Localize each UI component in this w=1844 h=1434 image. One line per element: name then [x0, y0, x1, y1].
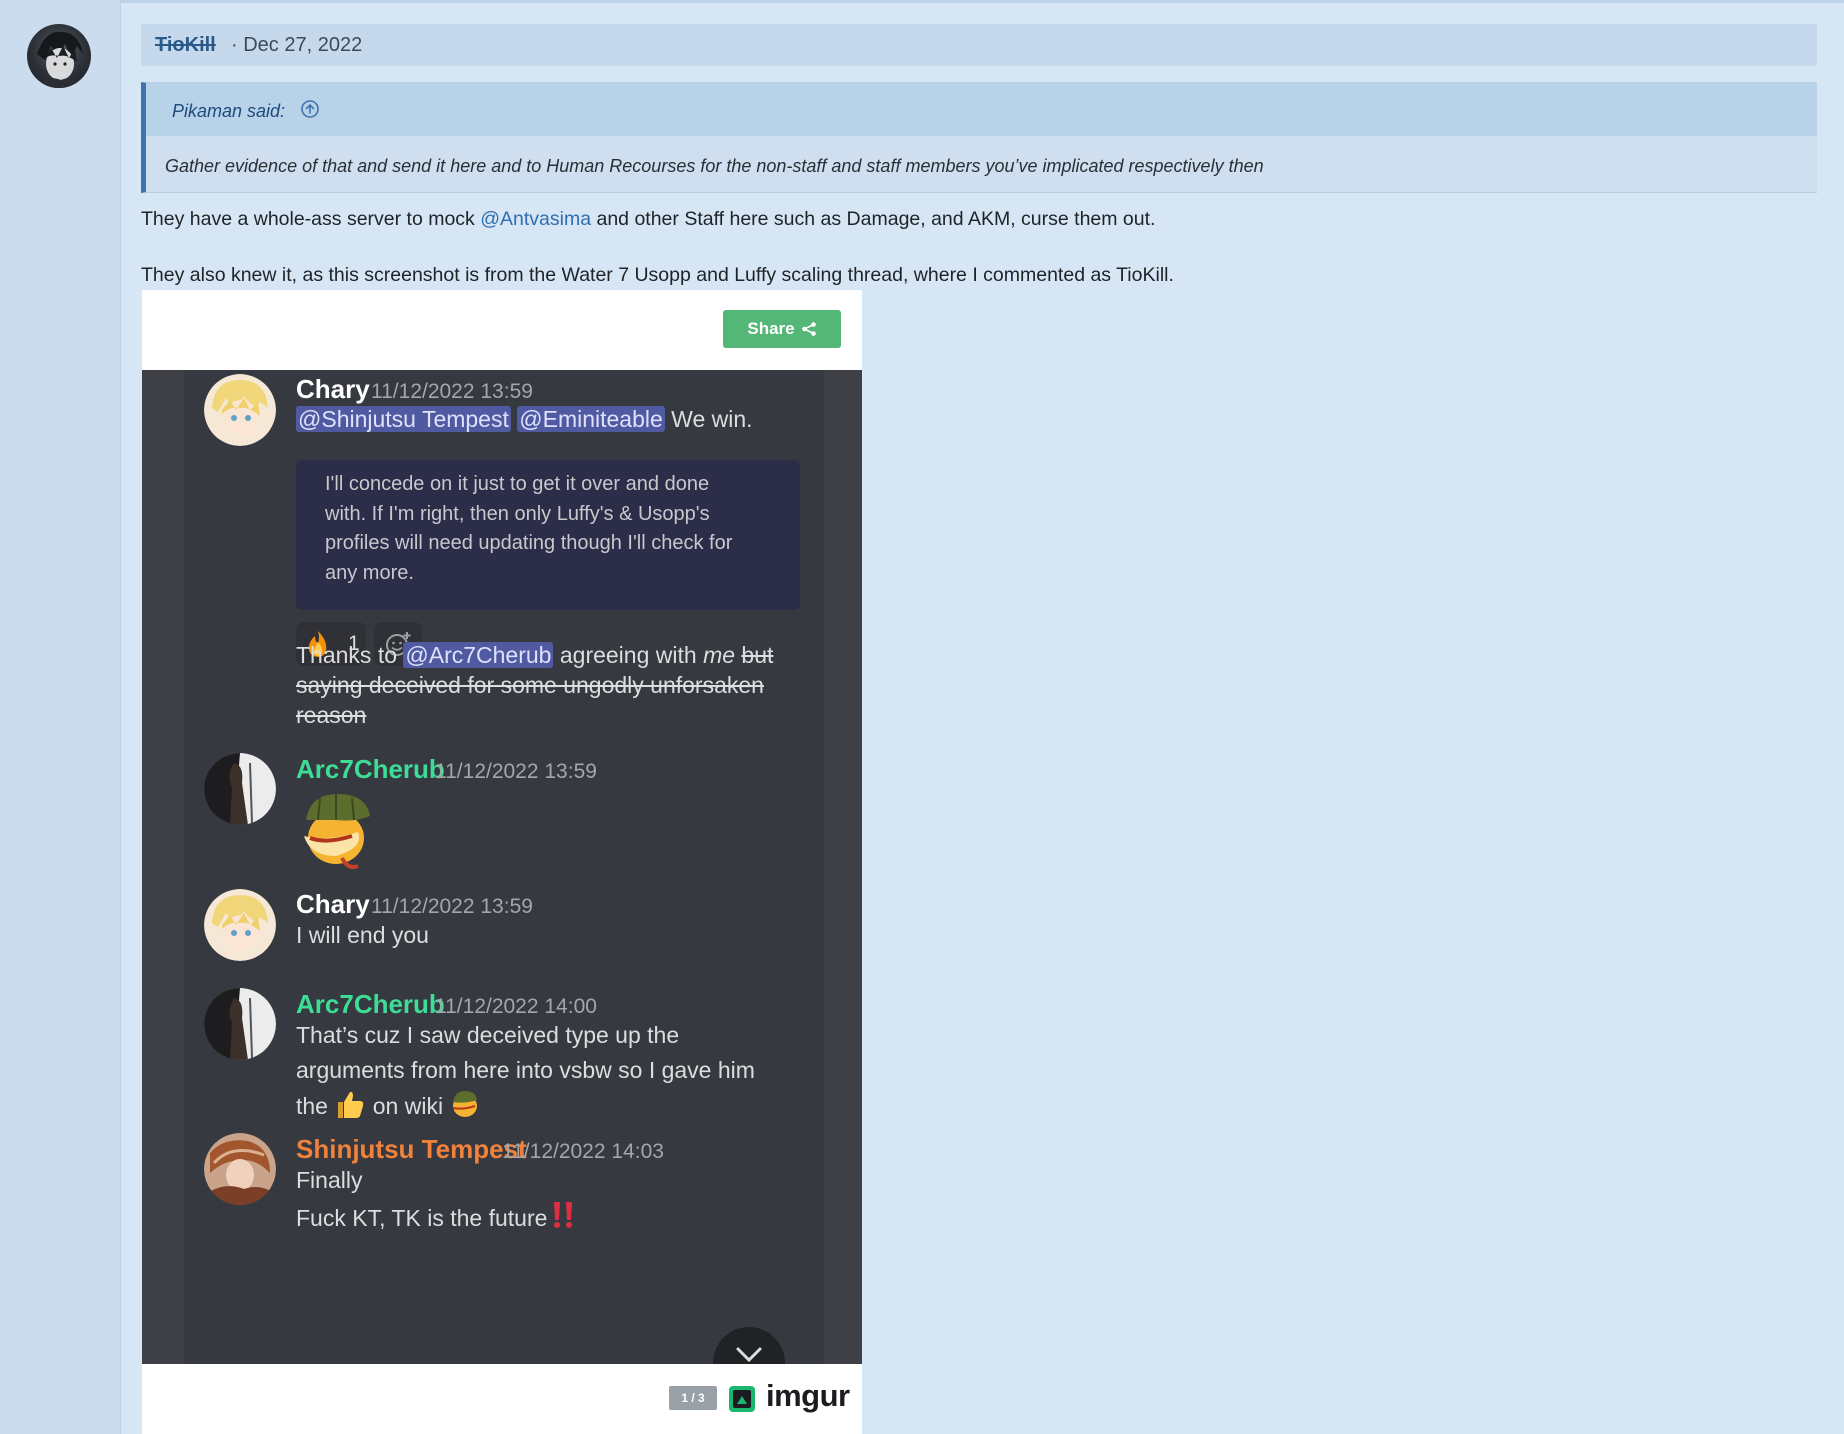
imgur-logo-icon[interactable]	[729, 1386, 755, 1412]
discord-timestamp: 11/12/2022 14:00	[435, 995, 597, 1018]
post-paragraph-1: They have a whole-ass server to mock @An…	[141, 208, 1155, 231]
discord-timestamp: 11/12/2022 13:59	[435, 760, 597, 783]
quote-body: Gather evidence of that and send it here…	[165, 156, 1264, 176]
discord-quoted-text: I'll concede on it just to get it over a…	[325, 470, 775, 588]
discord-timestamp: 11/12/2022 14:03	[502, 1140, 664, 1163]
share-icon	[801, 322, 816, 336]
discord-chat: Chary 11/12/2022 13:59 @Shinjutsu Tempes…	[184, 370, 824, 1364]
discord-timestamp: 11/12/2022 13:59	[371, 895, 533, 918]
sticker-emoji-icon	[453, 1091, 478, 1117]
user-avatar[interactable]	[27, 24, 91, 88]
discord-message-text: I will end you	[296, 922, 429, 948]
discord-mention: @Eminiteable	[517, 406, 665, 432]
discord-text: the	[296, 1093, 335, 1119]
chevron-down-icon	[736, 1347, 762, 1363]
imgur-embed: Share Chary 11/12/2022 13:59 @Shinjutsu …	[142, 290, 862, 1434]
top-border	[0, 0, 1844, 3]
discord-author-name: Shinjutsu Tempest	[296, 1134, 527, 1164]
discord-author-name: Arc7Cherub	[296, 989, 445, 1019]
post-username[interactable]: TioKill	[155, 34, 216, 57]
quote-block: Pikaman said: Gather evidence of that an…	[141, 82, 1817, 193]
post-author-column	[0, 0, 121, 1434]
discord-message-line: Fuck KT, TK is the future	[296, 1200, 577, 1236]
imgur-brand[interactable]: imgur	[766, 1378, 850, 1414]
discord-timestamp: 11/12/2022 13:59	[371, 380, 533, 403]
discord-message-line: That’s cuz I saw deceived type up the	[296, 1022, 680, 1048]
discord-strike-text: reason	[296, 702, 367, 728]
discord-quoted-message: I'll concede on it just to get it over a…	[296, 460, 800, 610]
discord-mention: @Arc7Cherub	[403, 642, 554, 668]
discord-mention: @Shinjutsu Tempest	[296, 406, 511, 432]
quote-jump-icon[interactable]	[300, 99, 320, 119]
discord-quoted-line: any more.	[325, 561, 414, 584]
avatar-image	[35, 31, 85, 88]
post-header: TioKill · Dec 27, 2022	[141, 24, 1817, 66]
discord-author-name: Arc7Cherub	[296, 754, 445, 784]
discord-text: on wiki	[366, 1093, 450, 1119]
discord-strike-text: but	[741, 642, 774, 668]
quote-author[interactable]: Pikaman said:	[172, 101, 285, 122]
post-date[interactable]: · Dec 27, 2022	[231, 34, 362, 57]
chary-avatar	[204, 889, 276, 961]
quote-header[interactable]: Pikaman said:	[146, 83, 1817, 136]
discord-quoted-line: with. If I'm right, then only Luffy's & …	[325, 502, 710, 525]
user-mention-link[interactable]: @Antvasima	[480, 208, 591, 230]
discord-text: We win.	[664, 406, 753, 432]
discord-quoted-line: profiles will need updating though I'll …	[325, 532, 733, 554]
arc7cherub-avatar	[204, 753, 276, 825]
post-paragraph-2: They also knew it, as this screenshot is…	[141, 264, 1174, 286]
discord-italic-text: me	[703, 642, 736, 668]
thumbs-up-emoji-icon	[338, 1091, 364, 1118]
discord-message-line: the on wiki	[296, 1088, 481, 1124]
share-button[interactable]: Share	[723, 310, 841, 348]
paragraph-1-before: They have a whole-ass server to mock	[141, 208, 481, 230]
discord-text: agreeing with	[553, 642, 704, 668]
discord-author-name: Chary	[296, 889, 370, 919]
discord-text: Thanks to	[296, 642, 404, 668]
discord-quoted-line: I'll concede on it just to get it over a…	[325, 473, 710, 495]
double-exclamation-emoji-icon	[554, 1202, 573, 1228]
custom-emoji-sticker	[304, 794, 370, 869]
embed-footer: 1 / 3 imgur	[142, 1364, 862, 1434]
discord-author-name: Chary	[296, 374, 370, 404]
paragraph-1-after: and other Staff here such as Damage, and…	[591, 208, 1156, 230]
discord-screenshot[interactable]: Chary 11/12/2022 13:59 @Shinjutsu Tempes…	[142, 370, 862, 1364]
discord-message-line: Finally	[296, 1167, 363, 1193]
share-label: Share	[747, 319, 795, 338]
arc7cherub-avatar	[204, 988, 276, 1060]
discord-message-text: @Shinjutsu Tempest @Eminiteable We win.	[296, 402, 753, 437]
chary-avatar	[204, 374, 276, 446]
gallery-counter: 1 / 3	[669, 1386, 717, 1410]
shinjutsu-avatar	[204, 1133, 276, 1205]
discord-message-line: arguments from here into vsbw so I gave …	[296, 1057, 755, 1083]
discord-text: Fuck KT, TK is the future	[296, 1205, 548, 1231]
